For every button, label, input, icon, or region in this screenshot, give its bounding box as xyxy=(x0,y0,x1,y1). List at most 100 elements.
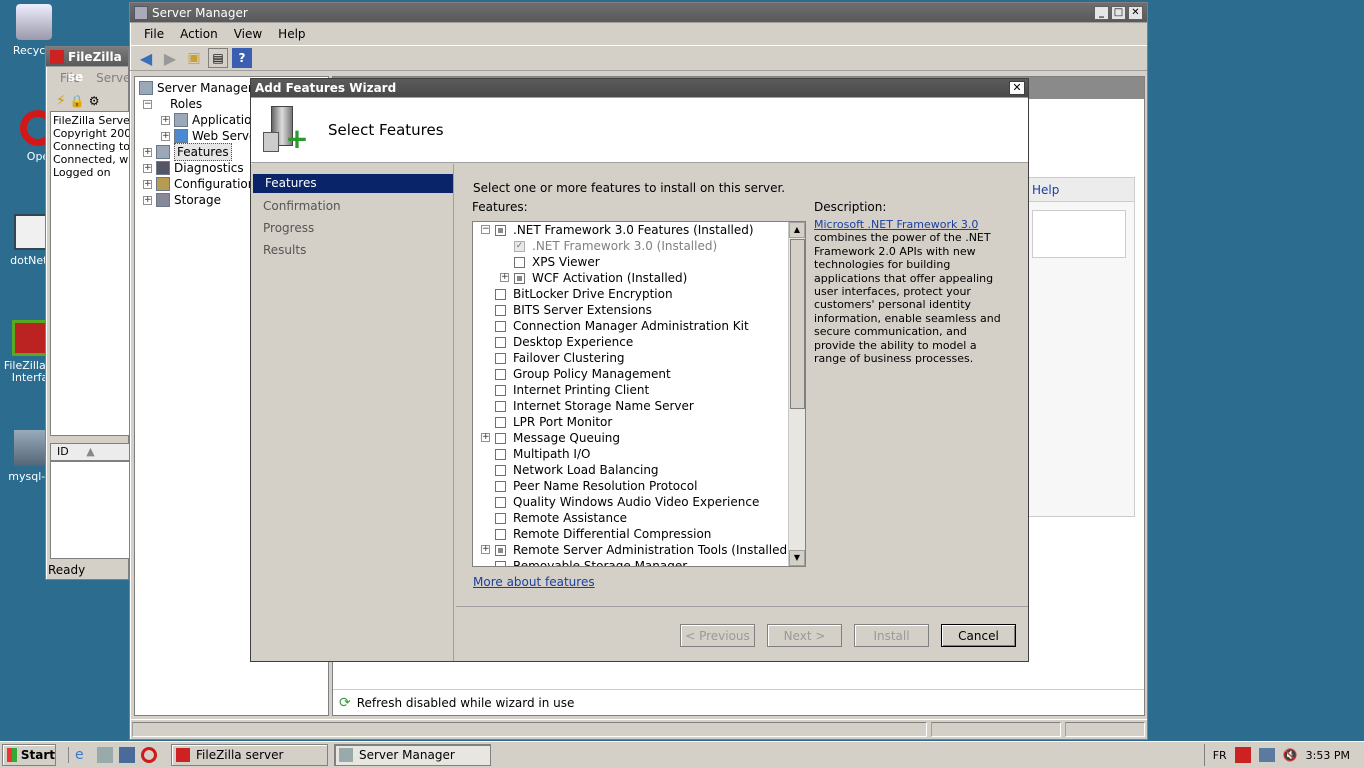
feature-checkbox[interactable] xyxy=(495,544,506,556)
feature-checkbox[interactable] xyxy=(495,496,506,508)
features-scrollbar[interactable]: ▲ ▼ xyxy=(788,222,805,566)
language-indicator[interactable]: FR xyxy=(1213,749,1227,762)
tree-node-diagnostics[interactable]: + Diagnostics xyxy=(143,160,244,176)
feature-checkbox[interactable] xyxy=(495,480,506,492)
previous-button[interactable]: < Previous xyxy=(680,624,755,647)
feature-row[interactable]: Internet Storage Name Server xyxy=(495,398,694,414)
minimize-button[interactable]: _ xyxy=(1094,6,1109,20)
expand-icon[interactable]: + xyxy=(500,273,509,282)
feature-row[interactable]: Removable Storage Manager xyxy=(495,558,687,566)
feature-checkbox[interactable] xyxy=(495,416,506,428)
maximize-button[interactable]: □ xyxy=(1111,6,1126,20)
tree-node-configuration[interactable]: + Configuration xyxy=(143,176,255,192)
feature-checkbox[interactable] xyxy=(495,224,506,236)
menu-file[interactable]: File xyxy=(136,27,172,41)
nav-features[interactable]: Features xyxy=(253,174,453,193)
tree-node-storage[interactable]: + Storage xyxy=(143,192,221,208)
nav-results[interactable]: Results xyxy=(251,240,453,262)
server-manager-quicklaunch-icon[interactable] xyxy=(97,747,113,763)
wizard-titlebar[interactable]: Add Features Wizard ✕ xyxy=(251,79,1028,98)
tree-node-features[interactable]: + Features xyxy=(143,143,232,161)
feature-row[interactable]: BITS Server Extensions xyxy=(495,302,652,318)
forward-arrow-icon[interactable]: ▶ xyxy=(160,48,180,68)
feature-row[interactable]: + WCF Activation (Installed) xyxy=(500,270,687,286)
tree-node-roles[interactable]: − Roles xyxy=(143,96,202,112)
feature-row[interactable]: Quality Windows Audio Video Experience xyxy=(495,494,759,510)
filezilla-window[interactable]: FileZilla se File Server ⚡ 🔒 ⚙ FileZilla… xyxy=(45,46,135,580)
close-button[interactable]: ✕ xyxy=(1128,6,1143,20)
feature-row[interactable]: XPS Viewer xyxy=(514,254,600,270)
feature-row[interactable]: Connection Manager Administration Kit xyxy=(495,318,749,334)
up-folder-icon[interactable]: ▣ xyxy=(184,48,204,68)
cancel-button[interactable]: Cancel xyxy=(941,624,1016,647)
feature-checkbox[interactable] xyxy=(495,304,506,316)
feature-checkbox[interactable] xyxy=(495,560,506,566)
feature-checkbox[interactable] xyxy=(514,256,525,268)
scroll-down-icon[interactable]: ▼ xyxy=(789,550,805,566)
id-column-header[interactable]: ID ▲ xyxy=(50,443,130,461)
nav-progress[interactable]: Progress xyxy=(251,218,453,240)
settings-icon[interactable]: ⚙ xyxy=(89,94,100,108)
internet-explorer-icon[interactable]: e xyxy=(75,747,91,763)
server-manager-titlebar[interactable]: Server Manager _ □ ✕ xyxy=(130,3,1147,23)
feature-row[interactable]: Remote Differential Compression xyxy=(495,526,711,542)
expand-icon[interactable]: + xyxy=(161,131,170,141)
lock-icon[interactable]: 🔒 xyxy=(70,94,85,108)
help-icon[interactable]: ? xyxy=(232,48,252,68)
menu-view[interactable]: View xyxy=(226,27,270,41)
task-server-manager[interactable]: Server Manager xyxy=(334,744,491,766)
menu-help[interactable]: Help xyxy=(270,27,313,41)
wizard-close-button[interactable]: ✕ xyxy=(1009,81,1025,95)
expand-icon[interactable]: + xyxy=(143,147,152,157)
filezilla-titlebar[interactable]: FileZilla se xyxy=(46,47,128,84)
tree-node-application[interactable]: + Application xyxy=(161,112,259,128)
feature-row[interactable]: LPR Port Monitor xyxy=(495,414,612,430)
feature-row[interactable]: Internet Printing Client xyxy=(495,382,649,398)
feature-row[interactable]: BitLocker Drive Encryption xyxy=(495,286,673,302)
task-filezilla[interactable]: FileZilla server xyxy=(171,744,328,766)
collapse-icon[interactable]: − xyxy=(481,225,490,234)
expand-icon[interactable]: + xyxy=(161,115,170,125)
feature-row[interactable]: − .NET Framework 3.0 Features (Installed… xyxy=(481,222,754,238)
more-about-features-link[interactable]: More about features xyxy=(473,575,595,589)
feature-checkbox[interactable] xyxy=(495,448,506,460)
feature-row[interactable]: Multipath I/O xyxy=(495,446,590,462)
back-arrow-icon[interactable]: ◀ xyxy=(136,48,156,68)
tree-node-web-server[interactable]: + Web Server xyxy=(161,128,261,144)
expand-icon[interactable]: + xyxy=(481,545,490,554)
feature-checkbox[interactable] xyxy=(495,512,506,524)
feature-checkbox[interactable] xyxy=(495,384,506,396)
collapse-icon[interactable]: − xyxy=(143,99,152,109)
feature-checkbox[interactable] xyxy=(495,464,506,476)
scroll-up-icon[interactable]: ▲ xyxy=(789,222,805,238)
next-button[interactable]: Next > xyxy=(767,624,842,647)
opera-icon[interactable] xyxy=(141,747,157,763)
volume-muted-icon[interactable]: 🔇 xyxy=(1283,748,1298,762)
scroll-thumb[interactable] xyxy=(790,239,805,409)
feature-checkbox[interactable] xyxy=(495,288,506,300)
install-button[interactable]: Install xyxy=(854,624,929,647)
filezilla-tray-icon[interactable] xyxy=(1234,747,1251,763)
menu-action[interactable]: Action xyxy=(172,27,226,41)
clock[interactable]: 3:53 PM xyxy=(1306,749,1350,762)
feature-checkbox[interactable] xyxy=(495,400,506,412)
feature-row[interactable]: Desktop Experience xyxy=(495,334,633,350)
feature-checkbox[interactable] xyxy=(495,320,506,332)
feature-row[interactable]: Network Load Balancing xyxy=(495,462,659,478)
start-button[interactable]: Start xyxy=(2,744,56,766)
expand-icon[interactable]: + xyxy=(143,195,152,205)
expand-icon[interactable]: + xyxy=(143,163,152,173)
feature-checkbox[interactable] xyxy=(495,336,506,348)
show-desktop-icon[interactable] xyxy=(119,747,135,763)
expand-icon[interactable]: + xyxy=(481,433,490,442)
description-link[interactable]: Microsoft .NET Framework 3.0 xyxy=(814,218,978,231)
features-list[interactable]: − .NET Framework 3.0 Features (Installed… xyxy=(472,221,806,567)
add-features-wizard[interactable]: Add Features Wizard ✕ + Select Features … xyxy=(250,78,1029,662)
feature-checkbox[interactable] xyxy=(514,272,525,284)
feature-row[interactable]: Peer Name Resolution Protocol xyxy=(495,478,697,494)
feature-row[interactable]: Group Policy Management xyxy=(495,366,671,382)
feature-checkbox[interactable] xyxy=(495,432,506,444)
lightning-icon[interactable]: ⚡ xyxy=(56,93,66,109)
expand-icon[interactable]: + xyxy=(143,179,152,189)
nav-confirmation[interactable]: Confirmation xyxy=(251,196,453,218)
